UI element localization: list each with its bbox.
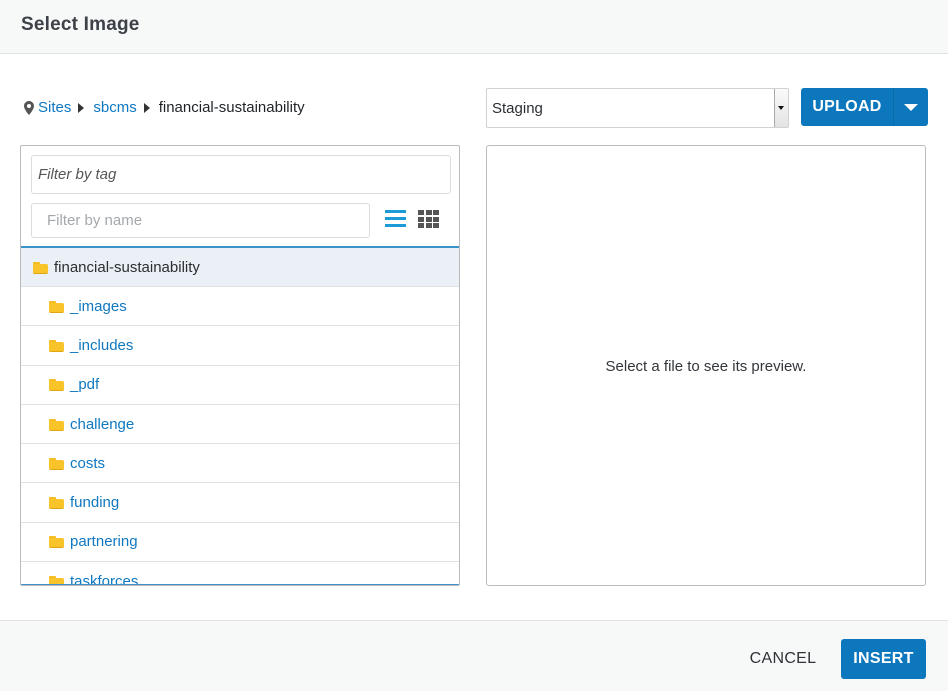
upload-split-button: UPLOAD: [801, 88, 928, 126]
folder-label: partnering: [70, 533, 138, 551]
folder-label: _includes: [70, 336, 134, 354]
breadcrumb-sites-link[interactable]: Sites: [38, 99, 71, 116]
tree-folder-item[interactable]: taskforces: [21, 562, 459, 586]
folder-icon: [49, 379, 64, 392]
folder-label: funding: [70, 494, 120, 512]
site-select[interactable]: Staging: [486, 88, 789, 128]
folder-icon: [49, 418, 64, 431]
dialog-footer: CANCEL INSERT: [0, 620, 948, 691]
folder-icon: [49, 300, 64, 313]
caret-right-icon: [143, 102, 150, 113]
tree-folder-item[interactable]: challenge: [21, 405, 459, 445]
folder-label: _pdf: [70, 376, 100, 394]
folder-icon: [49, 339, 64, 352]
insert-button[interactable]: INSERT: [841, 639, 926, 679]
preview-message: Select a file to see its preview.: [605, 358, 807, 375]
folder-icon: [49, 536, 64, 549]
preview-panel: Select a file to see its preview.: [486, 145, 926, 586]
caret-down-icon: [904, 103, 918, 111]
list-view-icon[interactable]: [385, 210, 406, 228]
dialog-title: Select Image: [21, 14, 140, 35]
folder-label: _images: [70, 297, 127, 315]
tree-folder-item[interactable]: funding: [21, 483, 459, 523]
tree-folder-item[interactable]: _images: [21, 287, 459, 327]
tree-folder-item[interactable]: _includes: [21, 326, 459, 366]
file-browser-panel: financial-sustainability _images _includ…: [20, 145, 460, 586]
folder-tree[interactable]: financial-sustainability _images _includ…: [21, 246, 459, 586]
select-image-dialog: Select Image Sites sbcms financial-susta…: [0, 0, 948, 691]
folder-icon: [49, 497, 64, 510]
breadcrumb: Sites sbcms financial-sustainability: [24, 99, 305, 116]
tree-folder-item[interactable]: costs: [21, 444, 459, 484]
tree-folder-item[interactable]: partnering: [21, 523, 459, 563]
folder-icon: [49, 575, 64, 584]
upload-button[interactable]: UPLOAD: [801, 88, 893, 126]
caret-right-icon: [78, 102, 85, 113]
tree-folder-item[interactable]: _pdf: [21, 366, 459, 405]
folder-label: taskforces: [70, 572, 139, 586]
breadcrumb-current: financial-sustainability: [158, 99, 305, 116]
folder-icon: [49, 457, 64, 470]
upload-options-toggle[interactable]: [893, 88, 928, 126]
tree-root-folder[interactable]: financial-sustainability: [21, 248, 459, 287]
dialog-header: Select Image: [0, 0, 948, 54]
cancel-button[interactable]: CANCEL: [738, 640, 828, 678]
folder-tree-list: financial-sustainability _images _includ…: [21, 248, 459, 586]
folder-label: costs: [70, 454, 106, 472]
filter-by-tag-input[interactable]: [31, 155, 451, 194]
site-select-value: Staging: [492, 100, 543, 117]
map-marker-icon: [24, 100, 34, 115]
dropdown-arrow-icon[interactable]: [774, 89, 788, 127]
breadcrumb-sbcms-link[interactable]: sbcms: [93, 99, 136, 116]
folder-icon: [33, 261, 48, 274]
folder-label: challenge: [70, 415, 135, 433]
folder-label: financial-sustainability: [54, 258, 200, 276]
grid-view-icon[interactable]: [418, 210, 439, 228]
filter-by-name-input[interactable]: [31, 203, 370, 238]
